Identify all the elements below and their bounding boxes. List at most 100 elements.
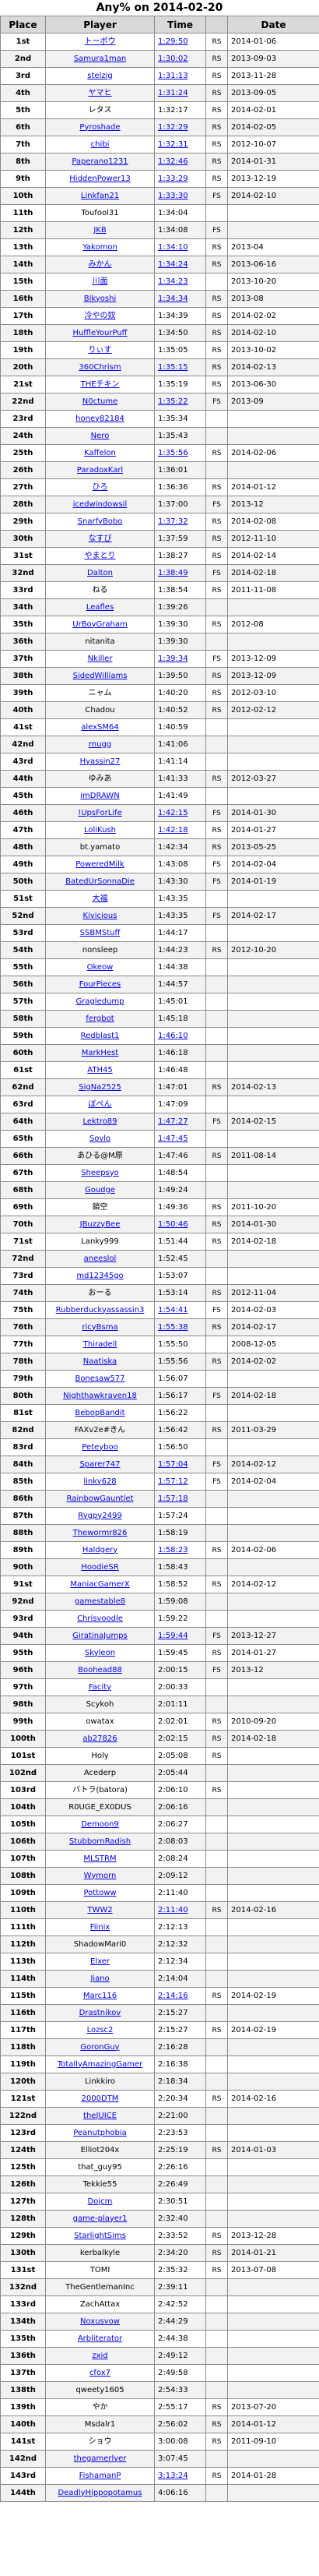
player-link[interactable]: Boohead88 [78,1666,122,1674]
player-link[interactable]: ricyBsma [82,1323,117,1332]
time-video-link[interactable]: 1:57:12 [158,1477,188,1486]
player-link[interactable]: MarkHest [82,1049,118,1057]
player-link[interactable]: alexSM64 [81,723,119,732]
player-link[interactable]: HiddenPower13 [69,175,130,183]
player-link[interactable]: SigNa2525 [79,1083,121,1092]
player-link[interactable]: ヤマヒ [89,89,112,97]
time-video-link[interactable]: 1:47:27 [158,1117,188,1126]
player-link[interactable]: GoronGuy [80,2043,119,2052]
player-link[interactable]: Arbliterator [78,2334,122,2343]
player-link[interactable]: game-player1 [73,2214,128,2223]
player-link[interactable]: fergbot [86,1015,114,1023]
player-link[interactable]: Wymorn [84,1872,117,1880]
player-link[interactable]: RainbowGauntlet [67,1494,134,1503]
player-link[interactable]: PoweredMilk [75,860,124,869]
player-link[interactable]: Facity [89,1683,111,1692]
player-link[interactable]: Pyroshade [79,123,120,132]
player-link[interactable]: Peteyboo [82,1443,117,1452]
player-link[interactable]: TotallyAmazingGamer [58,2060,142,2069]
time-video-link[interactable]: 1:37:32 [158,517,188,526]
player-link[interactable]: Rubberduckyassassin3 [56,1306,145,1314]
player-link[interactable]: ひろ [93,483,108,492]
player-link[interactable]: BatedUrSonnaDie [65,877,135,886]
player-link[interactable]: 冷やの奴 [85,312,116,320]
player-link[interactable]: Drastnikov [79,2009,121,2017]
player-link[interactable]: Haldgery [82,1546,117,1554]
player-link[interactable]: md12345go [76,1272,123,1280]
player-link[interactable]: Naatiska [83,1357,117,1366]
player-link[interactable]: Thewormr826 [73,1529,128,1537]
player-link[interactable]: MLSTRM [83,1854,116,1863]
player-link[interactable]: Marc116 [83,1992,117,2000]
time-video-link[interactable]: 1:42:15 [158,809,188,817]
player-link[interactable]: JBuzzyBee [80,1220,121,1229]
player-link[interactable]: Leafles [86,603,114,612]
time-video-link[interactable]: 1:31:24 [158,89,188,97]
player-link[interactable]: aneeslol [84,1254,117,1263]
player-link[interactable]: ab27826 [82,1734,117,1743]
player-link[interactable]: Redblast1 [81,1032,120,1040]
time-video-link[interactable]: 1:35:15 [158,363,188,372]
time-video-link[interactable]: 1:54:41 [158,1306,188,1314]
player-link[interactable]: FishamanP [79,2472,121,2480]
player-link[interactable]: Noxusvow [80,2317,120,2326]
player-link[interactable]: stelzig [87,72,112,80]
player-link[interactable]: SnarfyBobo [78,517,123,526]
player-link[interactable]: Rygpy2499 [78,1512,121,1520]
player-link[interactable]: Demoon9 [81,1820,119,1829]
player-link[interactable]: Gragledump [75,997,124,1006]
time-video-link[interactable]: 1:58:23 [158,1546,188,1554]
player-link[interactable]: Okeow [87,963,114,972]
player-link[interactable]: StubbornRadish [69,1837,131,1846]
player-link[interactable]: 川面 [93,277,108,286]
player-link[interactable]: Nkiller [88,655,113,663]
player-link[interactable]: Peanutphobia [73,2129,127,2137]
player-link[interactable]: cfox7 [89,2369,110,2377]
time-video-link[interactable]: 1:35:22 [158,397,188,406]
time-video-link[interactable]: 1:30:02 [158,55,188,63]
player-link[interactable]: Fiinix [90,1923,110,1932]
time-video-link[interactable]: 1:38:49 [158,569,188,577]
time-video-link[interactable]: 1:29:50 [158,37,188,46]
player-link[interactable]: thegamerlyer [74,2454,127,2463]
player-link[interactable]: BebopBandit [75,1409,124,1417]
time-video-link[interactable]: 1:32:46 [158,157,188,166]
player-link[interactable]: Blkyoshi [84,295,116,303]
player-link[interactable]: honey82184 [75,415,124,423]
player-link[interactable]: ぼぺん [89,1100,112,1109]
player-link[interactable]: りぃす [89,346,112,355]
player-link[interactable]: Thiradell [83,1340,117,1349]
player-link[interactable]: Jiano [90,1974,109,1983]
player-link[interactable]: Yakomon [82,243,117,252]
player-link[interactable]: Dalton [87,569,113,577]
time-video-link[interactable]: 1:31:13 [158,72,188,80]
player-link[interactable]: DeadlyHippopotamus [58,2489,142,2497]
time-video-link[interactable]: 1:33:30 [158,192,188,200]
time-video-link[interactable]: 3:13:24 [158,2472,188,2480]
player-link[interactable]: なすび [89,535,112,543]
player-link[interactable]: Linkfan21 [81,192,119,200]
player-link[interactable]: Pottoww [83,1889,116,1897]
player-link[interactable]: Chrisvoodle [77,1614,123,1623]
player-link[interactable]: linky628 [83,1477,116,1486]
time-video-link[interactable]: 1:34:23 [158,277,188,286]
player-link[interactable]: zxid [92,2352,107,2360]
time-video-link[interactable]: 1:34:34 [158,295,188,303]
time-video-link[interactable]: 1:42:18 [158,826,188,835]
player-link[interactable]: THEチキン [81,380,120,389]
time-video-link[interactable]: 2:14:16 [158,1992,188,2000]
player-link[interactable]: HuffleYourPuff [72,329,127,337]
player-link[interactable]: Bonesaw577 [75,1374,124,1383]
player-link[interactable]: GiratinaJumps [72,1632,128,1640]
player-link[interactable]: Elxer [90,1957,110,1966]
time-video-link[interactable]: 1:59:44 [158,1632,188,1640]
time-video-link[interactable]: 1:32:31 [158,140,188,149]
player-link[interactable]: 360Chrism [79,363,121,372]
player-link[interactable]: Lektro89 [83,1117,117,1126]
time-video-link[interactable]: 1:34:10 [158,243,188,252]
time-video-link[interactable]: 1:57:04 [158,1460,188,1469]
time-video-link[interactable]: 2:11:40 [158,1906,188,1914]
player-link[interactable]: ATH45 [87,1066,112,1075]
player-link[interactable]: みかん [89,260,112,269]
player-link[interactable]: SSBMStuff [80,929,121,937]
